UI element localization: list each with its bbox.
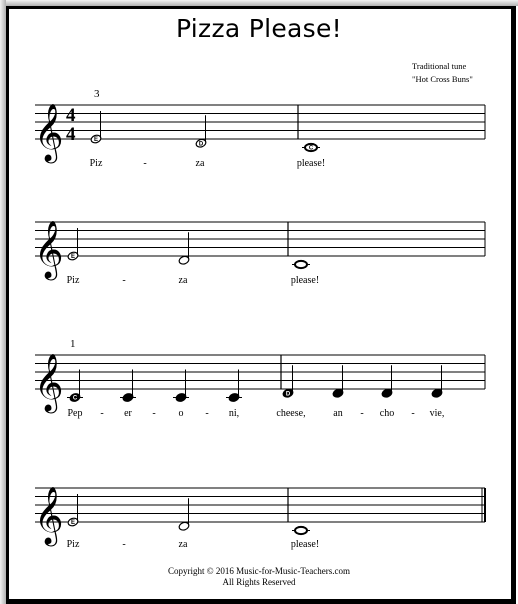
- lyric-hyphen: -: [411, 408, 414, 419]
- note-d-half: [178, 232, 190, 265]
- note-c-whole: C: [302, 142, 320, 153]
- lyric-hyphen: -: [122, 275, 125, 286]
- note-letter: E: [71, 254, 75, 260]
- note-c-whole: [292, 525, 310, 536]
- note-e-half: E: [90, 111, 102, 144]
- lyric-syllable: er: [124, 408, 132, 419]
- note-c-quarter: [120, 369, 136, 402]
- note-d-half: D: [195, 115, 207, 148]
- staff-system-2: 𝄞 E Piz - za please!: [34, 220, 486, 286]
- staff-system-3: 𝄞 1 C D Pep - er - o - ni, cheese, an - cho - vie,: [34, 338, 486, 419]
- note-d-quarter: D: [282, 365, 294, 398]
- lyric-hyphen: -: [152, 408, 155, 419]
- treble-clef-icon: 𝄞: [34, 486, 64, 547]
- lyric-syllable: Piz: [67, 275, 80, 286]
- lyric-syllable: please!: [291, 275, 319, 286]
- notehead: [294, 259, 308, 270]
- lyric-syllable: please!: [297, 158, 325, 169]
- note-letter: E: [94, 137, 98, 143]
- lyric-syllable: o: [179, 408, 184, 419]
- note-letter: C: [309, 146, 314, 152]
- lyric-hyphen: -: [143, 158, 146, 169]
- staff-system-1: 𝄞 44 3 E D C Piz - za please!: [34, 88, 486, 169]
- lyric-syllable: za: [179, 539, 188, 550]
- lyric-hyphen: -: [205, 408, 208, 419]
- lyric-syllable: za: [179, 275, 188, 286]
- note-letter: D: [286, 391, 291, 397]
- note-e-half: E: [67, 228, 79, 261]
- note-c-whole: [292, 259, 310, 270]
- time-signature-top: 4: [66, 105, 76, 126]
- lyric-hyphen: -: [100, 408, 103, 419]
- treble-clef-icon: 𝄞: [34, 103, 64, 164]
- measure-number: 3: [94, 88, 100, 100]
- note-e-half: E: [67, 494, 79, 527]
- copyright-line-1: Copyright © 2016 Music-for-Music-Teacher…: [168, 566, 350, 576]
- lyric-syllable: ni,: [229, 408, 239, 419]
- lyric-syllable: Piz: [67, 539, 80, 550]
- note-c-quarter: [226, 369, 242, 402]
- measure-number: 1: [70, 338, 76, 350]
- notehead: [294, 525, 308, 536]
- note-c-quarter: [173, 369, 189, 402]
- treble-clef-icon: 𝄞: [34, 353, 64, 414]
- note-c-quarter: C: [67, 369, 83, 402]
- score: 𝄞 443EDCPiz - za please!𝄞 EPiz - za please!𝄞1CDP…: [34, 88, 486, 550]
- lyric-syllable: Piz: [90, 158, 103, 169]
- lyric-hyphen: -: [360, 408, 363, 419]
- note-d-quarter: [381, 365, 393, 398]
- note-letter: E: [71, 520, 75, 526]
- lyric-syllable: cho: [380, 408, 394, 419]
- lyric-syllable: please!: [291, 539, 319, 550]
- copyright-line-2: All Rights Reserved: [222, 577, 296, 587]
- lyric-syllable: vie,: [430, 408, 445, 419]
- note-d-quarter: [431, 365, 443, 398]
- lyric-hyphen: -: [122, 539, 125, 550]
- lyric-syllable: an: [333, 408, 342, 419]
- staff-system-4: 𝄞 E Piz - za please!: [34, 486, 486, 550]
- note-d-quarter: [332, 365, 344, 398]
- lyric-syllable: cheese,: [276, 408, 305, 419]
- note-letter: C: [73, 396, 78, 402]
- time-signature-bottom: 4: [66, 124, 76, 145]
- treble-clef-icon: 𝄞: [34, 220, 64, 281]
- lyric-syllable: Pep: [68, 408, 83, 419]
- note-letter: D: [199, 141, 204, 147]
- note-d-half: [178, 498, 190, 531]
- lyric-syllable: za: [196, 158, 205, 169]
- copyright: Copyright © 2016 Music-for-Music-Teacher…: [0, 566, 518, 588]
